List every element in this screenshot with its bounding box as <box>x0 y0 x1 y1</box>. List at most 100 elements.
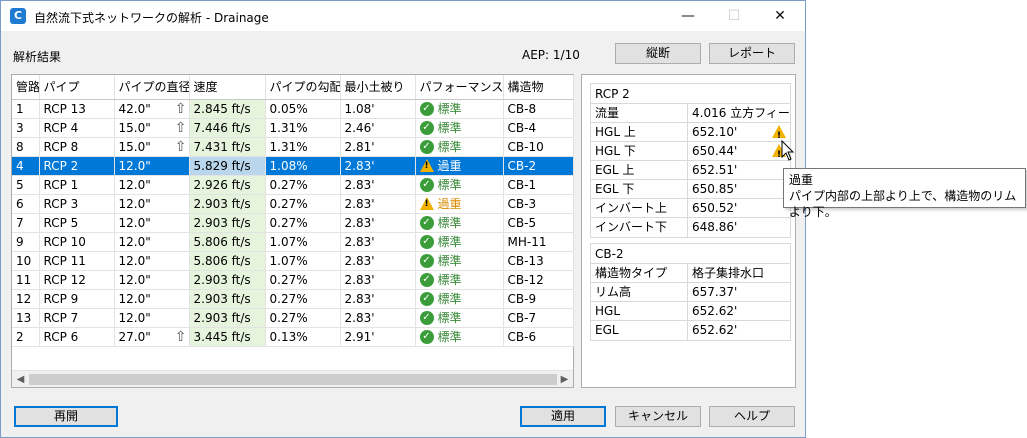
diameter-value: 12.0" <box>118 291 151 306</box>
check-circle-icon: ✓ <box>419 253 434 268</box>
cell-pipe-name: RCP 11 <box>39 251 115 271</box>
table-row[interactable]: 3 RCP 4 15.0" ⇧ 7.446 ft/s 1.31% 2.46' ✓ 標準 CB-4 <box>12 118 574 138</box>
col-header[interactable]: パイプ <box>39 75 115 100</box>
cell-structure: CB-3 <box>503 194 574 214</box>
scroll-thumb[interactable] <box>29 374 557 385</box>
cell-speed: 2.845 ft/s <box>189 99 266 119</box>
horizontal-scrollbar[interactable]: ◀ ▶ <box>12 370 573 387</box>
cancel-button[interactable]: キャンセル <box>615 406 701 427</box>
diameter-value: 12.0" <box>118 310 151 325</box>
property-value-text: 650.85' <box>692 182 738 196</box>
structure-properties-title: CB-2 <box>591 244 790 264</box>
property-name: 流量 <box>591 104 688 122</box>
col-header[interactable]: 最小土被り <box>340 75 416 100</box>
table-row[interactable]: 10 RCP 11 12.0" 5.806 ft/s 1.07% 2.83' ✓ 標準 CB-1… <box>12 251 574 271</box>
cell-speed: 2.903 ft/s <box>189 289 266 309</box>
apply-button[interactable]: 適用 <box>520 406 606 427</box>
table-row[interactable]: 12 RCP 9 12.0" 2.903 ft/s 0.27% 2.83' ✓ 標準 CB-9 <box>12 289 574 309</box>
tooltip-text: パイプ内部の上部より上で、構造物のリムより下。 <box>789 189 1017 219</box>
cell-structure: CB-13 <box>503 251 574 271</box>
cell-structure: CB-9 <box>503 289 574 309</box>
table-row[interactable]: 13 RCP 7 12.0" 2.903 ft/s 0.27% 2.83' ✓ 標準 CB-7 <box>12 308 574 328</box>
app-icon: C <box>10 8 26 24</box>
cell-performance: ✓ 標準 <box>415 327 504 347</box>
warning-icon[interactable] <box>772 125 786 141</box>
profile-button[interactable]: 縦断 <box>615 43 701 64</box>
performance-status: ✓ 標準 <box>419 233 462 250</box>
cell-diameter: 12.0" <box>114 270 190 290</box>
cell-speed: 7.431 ft/s <box>189 137 266 157</box>
performance-status: ✓ 標準 <box>419 252 462 269</box>
table-row[interactable]: 7 RCP 5 12.0" 2.903 ft/s 0.27% 2.83' ✓ 標準 CB-5 <box>12 213 574 233</box>
diameter-value: 12.0" <box>118 272 151 287</box>
results-grid[interactable]: 管路 パイプ パイプの直径 速度 パイプの勾配 最小土被り パフォーマンス 構造… <box>11 74 574 388</box>
property-row: HGL 652.62' <box>591 302 790 321</box>
report-button[interactable]: レポート <box>709 43 795 64</box>
cell-pipe-number: 13 <box>12 308 40 328</box>
col-header[interactable]: パフォーマンス <box>415 75 504 100</box>
cell-structure: CB-4 <box>503 118 574 138</box>
table-row[interactable]: 8 RCP 8 15.0" ⇧ 7.431 ft/s 1.31% 2.81' ✓ 標準 CB-10 <box>12 137 574 157</box>
performance-status: ✓ 標準 <box>419 119 462 136</box>
table-row[interactable]: 5 RCP 1 12.0" 2.926 ft/s 0.27% 2.83' ✓ 標準 CB-1 <box>12 175 574 195</box>
col-header[interactable]: 管路 <box>12 75 40 100</box>
warning-icon <box>419 158 434 172</box>
minimize-icon[interactable]: — <box>665 1 711 31</box>
pipe-properties-title: RCP 2 <box>591 84 790 104</box>
cell-slope: 1.31% <box>265 118 341 138</box>
scroll-right-icon[interactable]: ▶ <box>556 371 573 388</box>
reopen-button[interactable]: 再開 <box>14 406 118 427</box>
cell-pipe-name: RCP 5 <box>39 213 115 233</box>
mouse-cursor-icon <box>781 140 795 161</box>
property-value-text: 652.62' <box>692 304 738 318</box>
scroll-left-icon[interactable]: ◀ <box>12 371 29 388</box>
property-value: 650.52' <box>688 199 790 217</box>
diameter-value: 12.0" <box>118 196 151 211</box>
structure-properties: CB-2 構造物タイプ 格子集排水口 リム高 657.37' HGL 652.62' EGL… <box>590 243 791 341</box>
table-row[interactable]: 2 RCP 6 27.0" ⇧ 3.445 ft/s 0.13% 2.91' ✓ 標準 CB-6 <box>12 327 574 347</box>
pipe-properties: RCP 2 流量 4.016 立方フィー… HGL 上 652.10' HGL 下 650… <box>590 83 791 238</box>
cell-structure: CB-10 <box>503 137 574 157</box>
cell-min-cover: 2.83' <box>340 156 416 176</box>
property-name: 構造物タイプ <box>591 264 688 282</box>
cell-structure: CB-6 <box>503 327 574 347</box>
property-value-text: 4.016 立方フィー… <box>692 106 790 120</box>
properties-panel: RCP 2 流量 4.016 立方フィー… HGL 上 652.10' HGL 下 650… <box>581 74 796 388</box>
performance-label: 過重 <box>437 196 462 211</box>
performance-status: 過重 <box>419 157 462 174</box>
table-row[interactable]: 4RCP 212.0" 5.829 ft/s1.08%2.83' 過重 CB-2 <box>12 156 574 176</box>
col-header[interactable]: 速度 <box>189 75 266 100</box>
check-circle-icon: ✓ <box>419 329 434 344</box>
property-name: リム高 <box>591 283 688 301</box>
cell-diameter: 42.0" ⇧ <box>114 99 190 119</box>
size-up-arrow-icon: ⇧ <box>174 119 187 136</box>
cell-performance: ✓ 標準 <box>415 308 504 328</box>
check-circle-icon: ✓ <box>419 234 434 249</box>
cell-pipe-number: 2 <box>12 327 40 347</box>
property-value: 4.016 立方フィー… <box>688 104 790 122</box>
col-header[interactable]: 構造物 <box>503 75 574 100</box>
table-row[interactable]: 9 RCP 10 12.0" 5.806 ft/s 1.07% 2.83' ✓ 標準 MH-11 <box>12 232 574 252</box>
diameter-value: 12.0" <box>118 215 151 230</box>
table-row[interactable]: 11 RCP 12 12.0" 2.903 ft/s 0.27% 2.83' ✓ 標準 CB-1… <box>12 270 574 290</box>
cell-pipe-name: RCP 2 <box>39 156 115 176</box>
close-icon[interactable]: ✕ <box>757 1 803 31</box>
cell-min-cover: 2.46' <box>340 118 416 138</box>
diameter-value: 15.0" <box>118 120 151 135</box>
cell-pipe-name: RCP 8 <box>39 137 115 157</box>
performance-label: 標準 <box>437 121 462 136</box>
table-row[interactable]: 6RCP 312.0" 2.903 ft/s0.27%2.83' 過重 CB-3 <box>12 194 574 214</box>
property-name: インバート上 <box>591 199 688 217</box>
col-header[interactable]: パイプの勾配 <box>265 75 341 100</box>
performance-label: 標準 <box>437 102 462 117</box>
help-button[interactable]: ヘルプ <box>709 406 795 427</box>
cell-speed: 5.806 ft/s <box>189 251 266 271</box>
col-header[interactable]: パイプの直径 <box>114 75 190 100</box>
performance-label: 標準 <box>437 292 462 307</box>
performance-label: 標準 <box>437 254 462 269</box>
cell-min-cover: 2.83' <box>340 289 416 309</box>
table-row[interactable]: 1 RCP 13 42.0" ⇧ 2.845 ft/s 0.05% 1.08' ✓ 標準 CB-8 <box>12 99 574 119</box>
performance-label: 標準 <box>437 140 462 155</box>
cell-diameter: 12.0" <box>114 232 190 252</box>
property-name: EGL <box>591 321 688 340</box>
